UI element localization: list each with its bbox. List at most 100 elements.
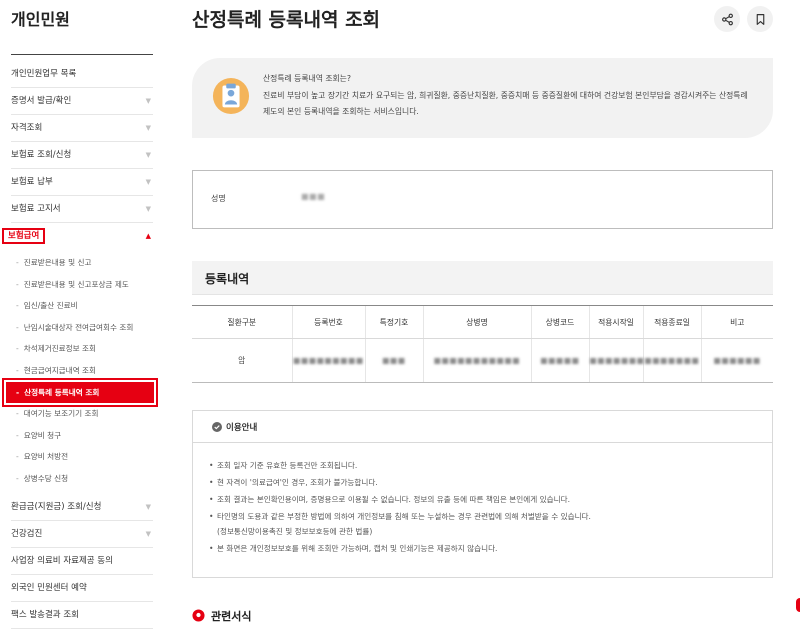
share-button[interactable] (714, 6, 740, 32)
list-item: 조회 결과는 본인확인용이며, 증명용으로 이용될 수 없습니다. 정보의 유출… (209, 493, 764, 508)
sidebar-subitem[interactable]: - 진료받은내용 및 신고 (11, 252, 153, 274)
check-circle-icon (212, 422, 222, 432)
column-header: 적용시작일 (588, 305, 643, 339)
sidebar-subitem-label: 상병수당 신청 (23, 473, 69, 483)
name-info-box: 성명 ■■■ (192, 170, 773, 229)
column-header: 특정기호 (364, 305, 423, 339)
table-cell: ■■■ (364, 338, 423, 383)
sidebar-item-label: 보험료 납부 (11, 177, 53, 187)
sidebar-subitem[interactable]: - 요양비 청구 (11, 425, 153, 447)
sidebar-subitem[interactable]: - 임신/출산 진료비 (11, 295, 153, 317)
sidebar-item-insurance-benefit[interactable]: 보험급여 ▲ (1, 223, 153, 250)
sidebar-subitem[interactable]: - 상병수당 신청 (11, 468, 153, 490)
pin-icon (192, 609, 205, 622)
registration-section-title: 등록내역 (205, 272, 250, 286)
sidebar-item-medical-data-consent[interactable]: 사업장 의료비 자료제공 동의 (11, 548, 153, 575)
sidebar-item-civil-list[interactable]: 개인민원업무 목록 (11, 61, 153, 88)
sidebar-subitem-current[interactable]: - 산정특례 등록내역 조회 (2, 377, 158, 408)
column-header: 상병명 (422, 305, 531, 339)
sidebar-subitem-label: 차석제거진료정보 조회 (23, 344, 97, 354)
sidebar-item-label: 보험료 고지서 (11, 204, 61, 214)
share-icon (721, 13, 733, 25)
sidebar-submenu-container: - 진료받은내용 및 신고 - 진료받은내용 및 신고포상금 제도 - 임신/출산 진… (2, 250, 158, 494)
sidebar-subitem-label: 산정특례 등록내역 조회 (24, 387, 100, 397)
table-cell: ■■■■■■■ (588, 338, 644, 383)
sidebar-divider (11, 54, 153, 55)
sidebar-item-fax-result[interactable]: 팩스 발송결과 조회 (11, 602, 153, 629)
sidebar-subitem[interactable]: - 난임시술대상자 전여급여회수 조회 (11, 317, 153, 339)
registration-table: 질환구분 등록번호 특정기호 상병명 상병코드 적용시작일 적용종료일 비고 암… (192, 305, 773, 383)
chevron-down-icon: ▼ (145, 205, 151, 213)
sidebar-item-label: 보험료 조회/신청 (11, 150, 72, 160)
sidebar-item-label: 외국인 민원센터 예약 (11, 582, 87, 593)
sidebar-subitem[interactable]: - 요양비 처방전 (11, 446, 153, 468)
list-item: 타인명의 도용과 같은 부정한 방법에 의하여 개인정보를 침해 또는 누설하는… (209, 510, 764, 539)
sidebar: 개인민원 개인민원업무 목록 증명서 발급/확인 ▼ 자격조회 ▼ 보험료 조회… (0, 0, 160, 635)
sidebar-item-label: 자격조회 (11, 123, 43, 133)
usage-guide-header: 이용안내 (193, 411, 772, 443)
table-cell: ■■■■■■ (700, 338, 773, 383)
usage-guide-title: 이용안내 (226, 423, 258, 433)
chevron-down-icon: ▼ (145, 178, 151, 186)
table-header-row: 질환구분 등록번호 특정기호 상병명 상병코드 적용시작일 적용종료일 비고 (192, 305, 773, 339)
chevron-down-icon: ▼ (145, 97, 151, 105)
chevron-down-icon: ▼ (145, 529, 151, 538)
sidebar-subitem[interactable]: - 진료받은내용 및 신고포상금 제도 (11, 274, 153, 296)
sidebar-subitem-label: 대여기능 보조기기 조회 (23, 409, 99, 419)
sidebar-item-label: 건강검진 (11, 528, 43, 539)
sidebar-subitem[interactable]: - 현금급여지급내역 조회 (11, 360, 153, 382)
sidebar-item-certificate[interactable]: 증명서 발급/확인 ▼ (11, 88, 153, 115)
intro-description: 진료비 부담이 높고 장기간 치료가 요구되는 암, 희귀질환, 중증난치질환,… (263, 91, 748, 116)
list-item-subtext: (정보통신망이용촉진 및 정보보호등에 관한 법률) (217, 526, 373, 536)
sidebar-item-refund[interactable]: 환급금(지원금) 조회/신청 ▼ (11, 494, 153, 521)
name-value: ■■■ (301, 192, 326, 201)
sidebar-item-foreigner-reservation[interactable]: 외국인 민원센터 예약 (11, 575, 153, 602)
sidebar-item-premium-payment[interactable]: 보험료 납부 ▼ (11, 169, 153, 196)
related-forms-title: 관련서식 (211, 610, 252, 623)
column-header: 상병코드 (530, 305, 589, 339)
page-title: 산정특례 등록내역 조회 (192, 9, 381, 31)
registration-section-header: 등록내역 (192, 261, 773, 295)
table-cell: ■■■■■ (530, 338, 589, 383)
sidebar-item-label: 환급금(지원금) 조회/신청 (11, 501, 102, 512)
column-header: 적용종료일 (642, 305, 701, 339)
sidebar-subitem-label: 난임시술대상자 전여급여회수 조회 (23, 322, 134, 332)
sidebar-item-premium-bill[interactable]: 보험료 고지서 ▼ (11, 196, 153, 223)
sidebar-item-checkup[interactable]: 건강검진 ▼ (11, 521, 153, 548)
sidebar-subitem-label: 현금급여지급내역 조회 (23, 365, 97, 375)
list-item: 현 자격이 '의료급여'인 경우, 조회가 불가능합니다. (209, 476, 764, 491)
chevron-up-icon: ▲ (145, 232, 151, 240)
intro-panel: 산정특례 등록내역 조회는? 진료비 부담이 높고 장기간 치료가 요구되는 암… (192, 58, 773, 138)
sidebar-subitem-label: 진료받은내용 및 신고포상금 제도 (23, 279, 129, 289)
sidebar-item-label: 사업장 의료비 자료제공 동의 (11, 555, 113, 566)
list-item: 본 화면은 개인정보보호를 위해 조회만 가능하며, 캡처 및 인쇄기능은 제공… (209, 542, 764, 557)
column-header: 비고 (700, 305, 773, 339)
sidebar-subitem-label: 요양비 처방전 (23, 452, 69, 462)
usage-guide-list: 조회 일자 기준 유효한 등록건만 조회됩니다. 현 자격이 '의료급여'인 경… (209, 459, 764, 559)
table-cell: ■■■■■■■■■■■ (422, 338, 531, 383)
column-header: 등록번호 (291, 305, 365, 339)
usage-guide-box: 이용안내 조회 일자 기준 유효한 등록건만 조회됩니다. 현 자격이 '의료급… (192, 410, 773, 578)
sidebar-subitem[interactable]: - 대여기능 보조기기 조회 (11, 403, 153, 425)
table-row: 암 ■■■■■■■■■ ■■■ ■■■■■■■■■■■ ■■■■■ ■■■■■■… (192, 338, 773, 383)
sidebar-subitem-label: 임신/출산 진료비 (23, 301, 78, 311)
chevron-down-icon: ▼ (145, 502, 151, 511)
list-item: 조회 일자 기준 유효한 등록건만 조회됩니다. (209, 459, 764, 474)
clipboard-doctor-icon (212, 77, 250, 115)
name-label: 성명 (211, 194, 226, 203)
bookmark-button[interactable] (747, 6, 773, 32)
sidebar-item-label: 증명서 발급/확인 (11, 96, 72, 106)
intro-question: 산정특례 등록내역 조회는? (263, 74, 351, 83)
sidebar-item-label: 팩스 발송결과 조회 (11, 609, 79, 620)
sidebar-menu: 개인민원업무 목록 증명서 발급/확인 ▼ 자격조회 ▼ 보험료 조회/신청 ▼… (1, 61, 158, 629)
sidebar-subitem-label: 진료받은내용 및 신고 (23, 258, 92, 267)
sidebar-item-eligibility[interactable]: 자격조회 ▼ (11, 115, 153, 142)
table-cell: 암 (192, 338, 292, 383)
sidebar-item-premium-inquiry[interactable]: 보험료 조회/신청 ▼ (11, 142, 153, 169)
sidebar-subitem[interactable]: - 차석제거진료정보 조회 (11, 338, 153, 360)
bookmark-icon (756, 13, 764, 25)
sidebar-item-label: 개인민원업무 목록 (11, 69, 77, 79)
chevron-down-icon: ▼ (145, 151, 151, 159)
sidebar-title: 개인민원 (11, 10, 70, 29)
floating-side-button[interactable] (796, 598, 800, 612)
